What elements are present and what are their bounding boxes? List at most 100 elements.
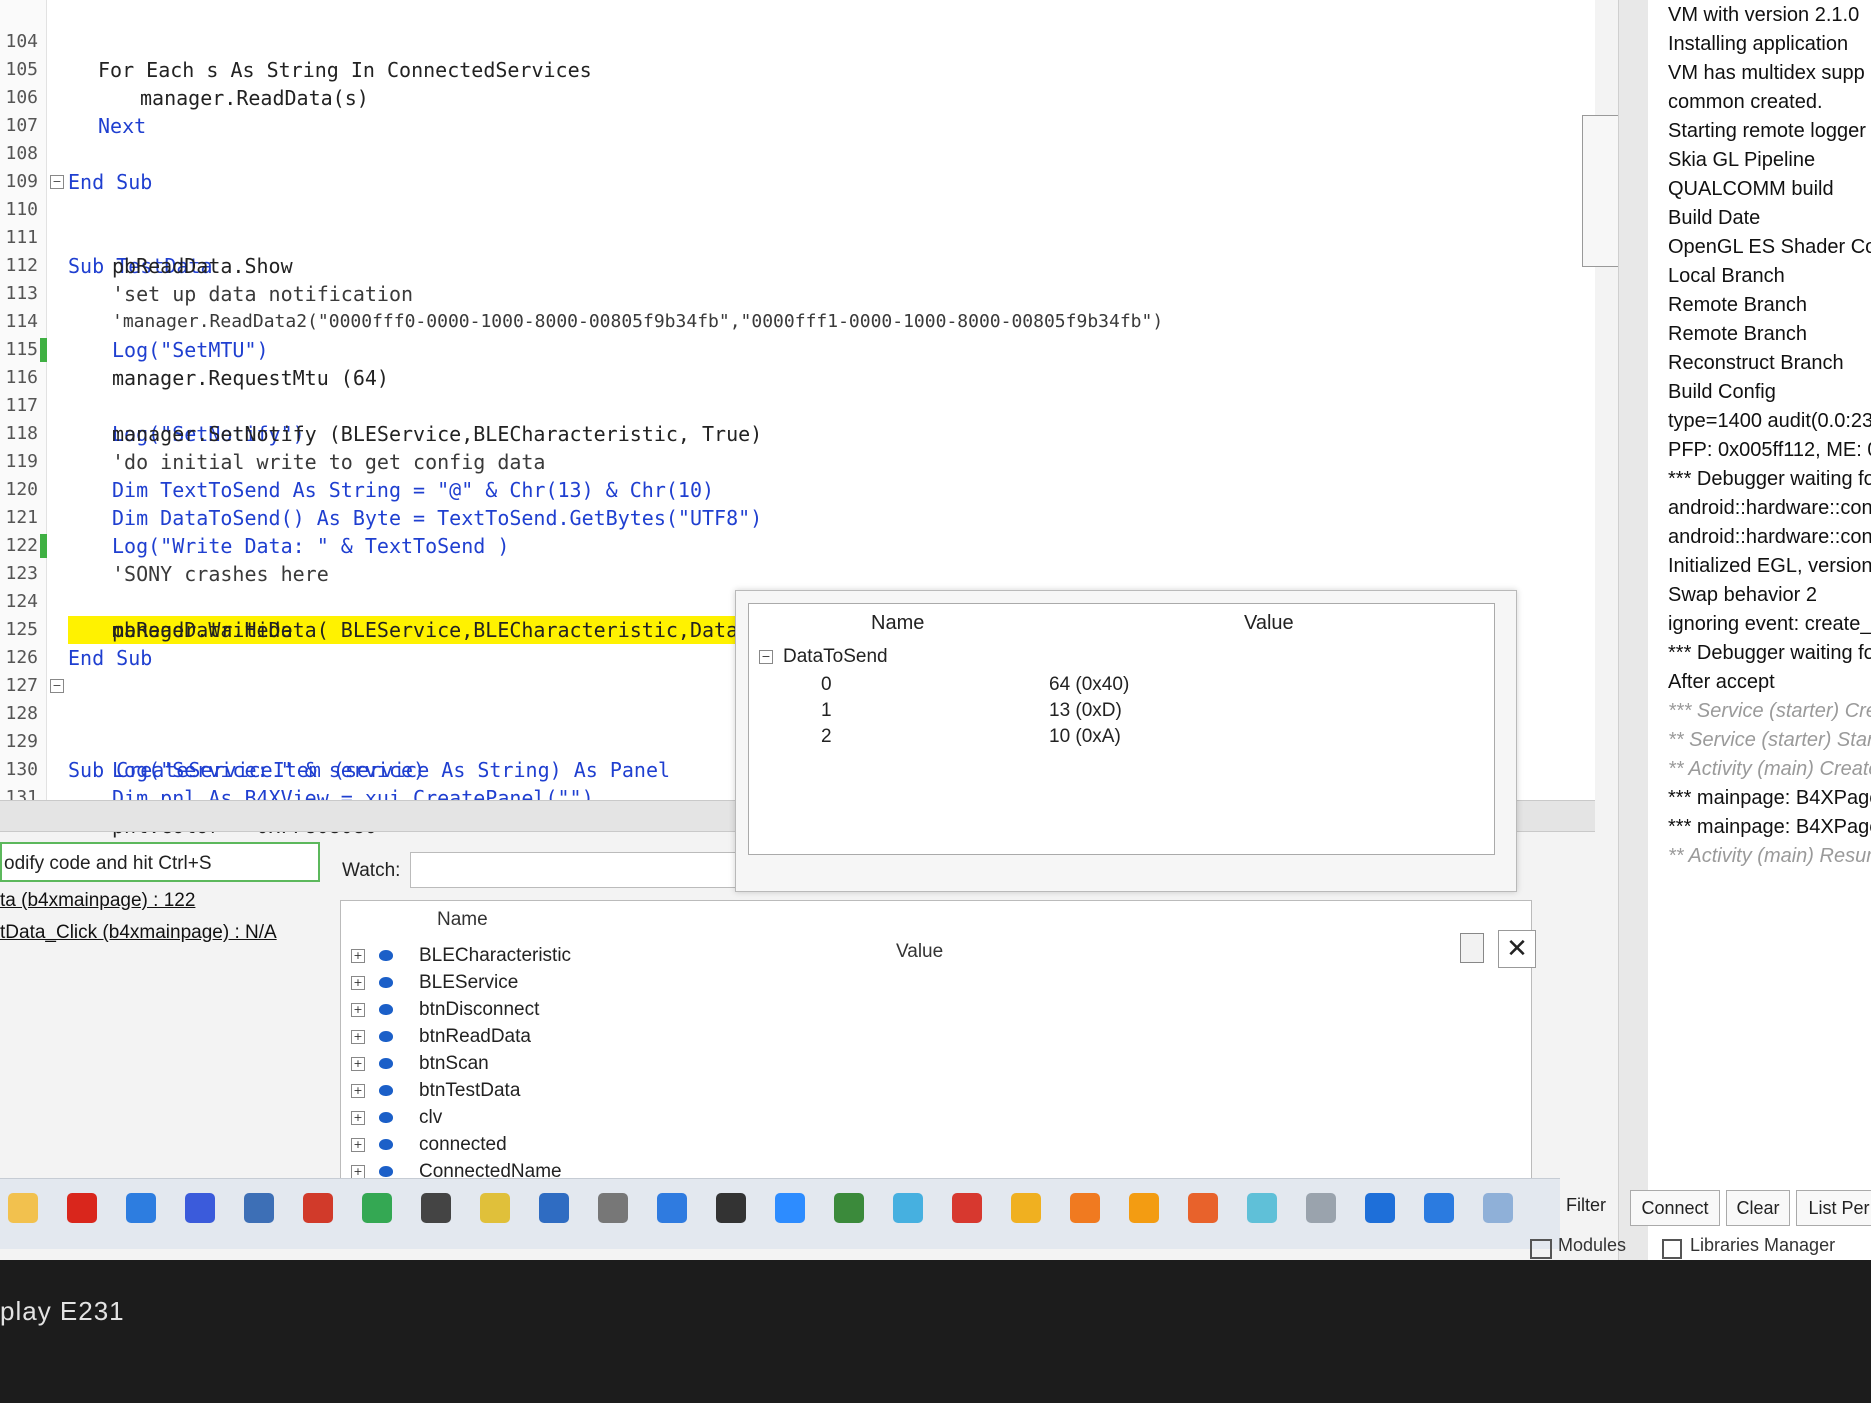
flag-icon[interactable] [952,1193,982,1223]
code-line[interactable]: 108 End Sub [0,112,1440,194]
network-icon[interactable] [834,1193,864,1223]
vscode-icon[interactable] [1424,1193,1454,1223]
chat-icon[interactable] [893,1193,923,1223]
code-line[interactable]: 111 pbReadData.Show [0,196,1440,278]
expand-icon[interactable]: + [351,1083,365,1098]
variable-row[interactable]: + btnReadData [351,1026,531,1052]
log-line: ** Service (starter) Start ** [1668,729,1871,751]
code-line[interactable]: 116 Log("SetNotify") [0,336,1440,446]
code-line[interactable]: 115 manager.RequestMtu (64) [0,308,1440,390]
filter-label: Filter [1566,1195,1606,1215]
database-icon[interactable] [1306,1193,1336,1223]
fold-toggle[interactable]: − [50,175,64,189]
collapse-icon[interactable]: − [759,649,773,664]
code-line[interactable]: 114 Log("SetMTU") [0,280,1440,362]
expand-icon[interactable]: + [351,1137,365,1152]
variable-row[interactable]: + BLECharacteristic [351,945,571,971]
code-line[interactable]: 121 Log("Write Data: " & TextToSend ) [0,476,1440,558]
breakpoint-marker [40,338,47,362]
expand-icon[interactable]: + [351,1029,365,1044]
calculator-icon[interactable] [1460,933,1484,963]
zoom-icon[interactable] [775,1193,805,1223]
tooltip-index: 0 [821,674,832,695]
expand-icon[interactable]: + [351,1164,365,1179]
code-line[interactable]: 106 Next [0,56,1440,138]
terminal-icon[interactable] [716,1193,746,1223]
code-line[interactable]: 112 'set up data notification [0,224,1440,306]
orange-icon[interactable] [1070,1193,1100,1223]
variable-row[interactable]: + BLEService [351,972,518,998]
b4x-icon[interactable] [1247,1193,1277,1223]
acrobat-icon[interactable] [67,1193,97,1223]
code-line[interactable]: 113 'manager.ReadData2("0000fff0-0000-10… [0,252,1440,332]
code-line[interactable]: 110 − Sub TestData [0,168,1440,278]
bug-icon[interactable] [303,1193,333,1223]
stack-frame-link[interactable]: tData_Click (b4xmainpage) : N/A [0,922,277,944]
variable-row[interactable]: + clv [351,1107,442,1133]
variable-name: btnTestData [419,1080,521,1101]
code-line[interactable]: 120 Dim DataToSend() As Byte = TextToSen… [0,448,1440,530]
code-line[interactable]: 109 [0,140,1440,192]
close-icon[interactable]: ✕ [1498,930,1536,968]
code-line[interactable]: 107 [0,84,1440,136]
variables-table[interactable]: Name Value + BLECharacteristic + BLEServic… [340,900,1532,1202]
editor-scrollbar[interactable] [1582,115,1622,267]
stack-frame-link[interactable]: ta (b4xmainpage) : 122 [0,890,195,912]
media-icon[interactable] [1011,1193,1041,1223]
modules-tab[interactable]: Modules [1558,1235,1626,1256]
code-line[interactable]: 124 pbReadData.Hide [0,560,1440,642]
window-icon[interactable] [539,1193,569,1223]
notes-icon[interactable] [480,1193,510,1223]
log-line: Installing application [1668,33,1849,55]
variable-row[interactable]: + connected [351,1134,507,1160]
vlc-icon[interactable] [1129,1193,1159,1223]
log-line: VM has multidex supp [1668,62,1865,84]
log-line: OpenGL ES Shader Com [1668,236,1871,258]
expand-icon[interactable]: + [351,948,365,963]
log-line: android::hardware::configstc [1668,526,1871,548]
expand-icon[interactable]: + [351,975,365,990]
tooltip-root-row[interactable]: − DataToSend [759,646,888,668]
name-column-header: Name [437,909,488,930]
code-line[interactable]: 105 manager.ReadData(s) [0,28,1440,110]
expand-icon[interactable]: + [351,1056,365,1071]
shield-icon[interactable] [657,1193,687,1223]
variable-name: BLECharacteristic [419,945,572,966]
log-line: Swap behavior 2 [1668,584,1817,606]
code-line-current[interactable]: 123 manager.WriteData( BLEService,BLECha… [0,532,1440,644]
watch-label: Watch: [342,860,401,881]
list-permissions-button[interactable]: List Per [1796,1190,1871,1226]
log-line: Build Config [1668,381,1776,403]
variable-row[interactable]: + btnScan [351,1053,489,1079]
libraries-tab[interactable]: Libraries Manager [1690,1235,1835,1256]
user-icon[interactable] [598,1193,628,1223]
expand-icon[interactable]: + [351,1002,365,1017]
code-line[interactable]: 118 'do initial write to get config data [0,392,1440,474]
code-line[interactable]: 119 Dim TextToSend As String = "@" & Chr… [0,420,1440,502]
expand-icon[interactable]: + [351,1110,365,1125]
code-line[interactable]: 104 For Each s As String In ConnectedSer… [0,0,1440,82]
browser-blue-icon[interactable] [126,1193,156,1223]
log-line: ignoring event: create_menu [1668,613,1871,635]
object-icon [379,1004,393,1016]
tools-icon[interactable] [185,1193,215,1223]
variable-row[interactable]: + btnDisconnect [351,999,539,1025]
variable-row[interactable]: + btnTestData [351,1080,520,1106]
splitter[interactable] [1618,0,1649,1260]
code-line[interactable]: 117 manager.SetNotify (BLEService,BLECha… [0,364,1440,446]
log-line: ** Activity (main) Resume ** [1668,845,1871,867]
taskbar [0,1178,1560,1249]
firefox-icon[interactable] [1188,1193,1218,1223]
variable-name: btnScan [419,1053,489,1074]
notepad-icon[interactable] [1483,1193,1513,1223]
music-icon[interactable] [1365,1193,1395,1223]
clear-button[interactable]: Clear [1726,1190,1790,1226]
code-line[interactable]: 122 'SONY crashes here [0,504,1440,586]
pen-icon[interactable] [421,1193,451,1223]
explorer-icon[interactable] [8,1193,38,1223]
ruler-icon[interactable] [244,1193,274,1223]
chrome-icon[interactable] [362,1193,392,1223]
log-line: type=1400 audit(0.0:23450) [1668,410,1871,432]
connect-button[interactable]: Connect [1630,1190,1720,1226]
fold-toggle[interactable]: − [50,679,64,693]
